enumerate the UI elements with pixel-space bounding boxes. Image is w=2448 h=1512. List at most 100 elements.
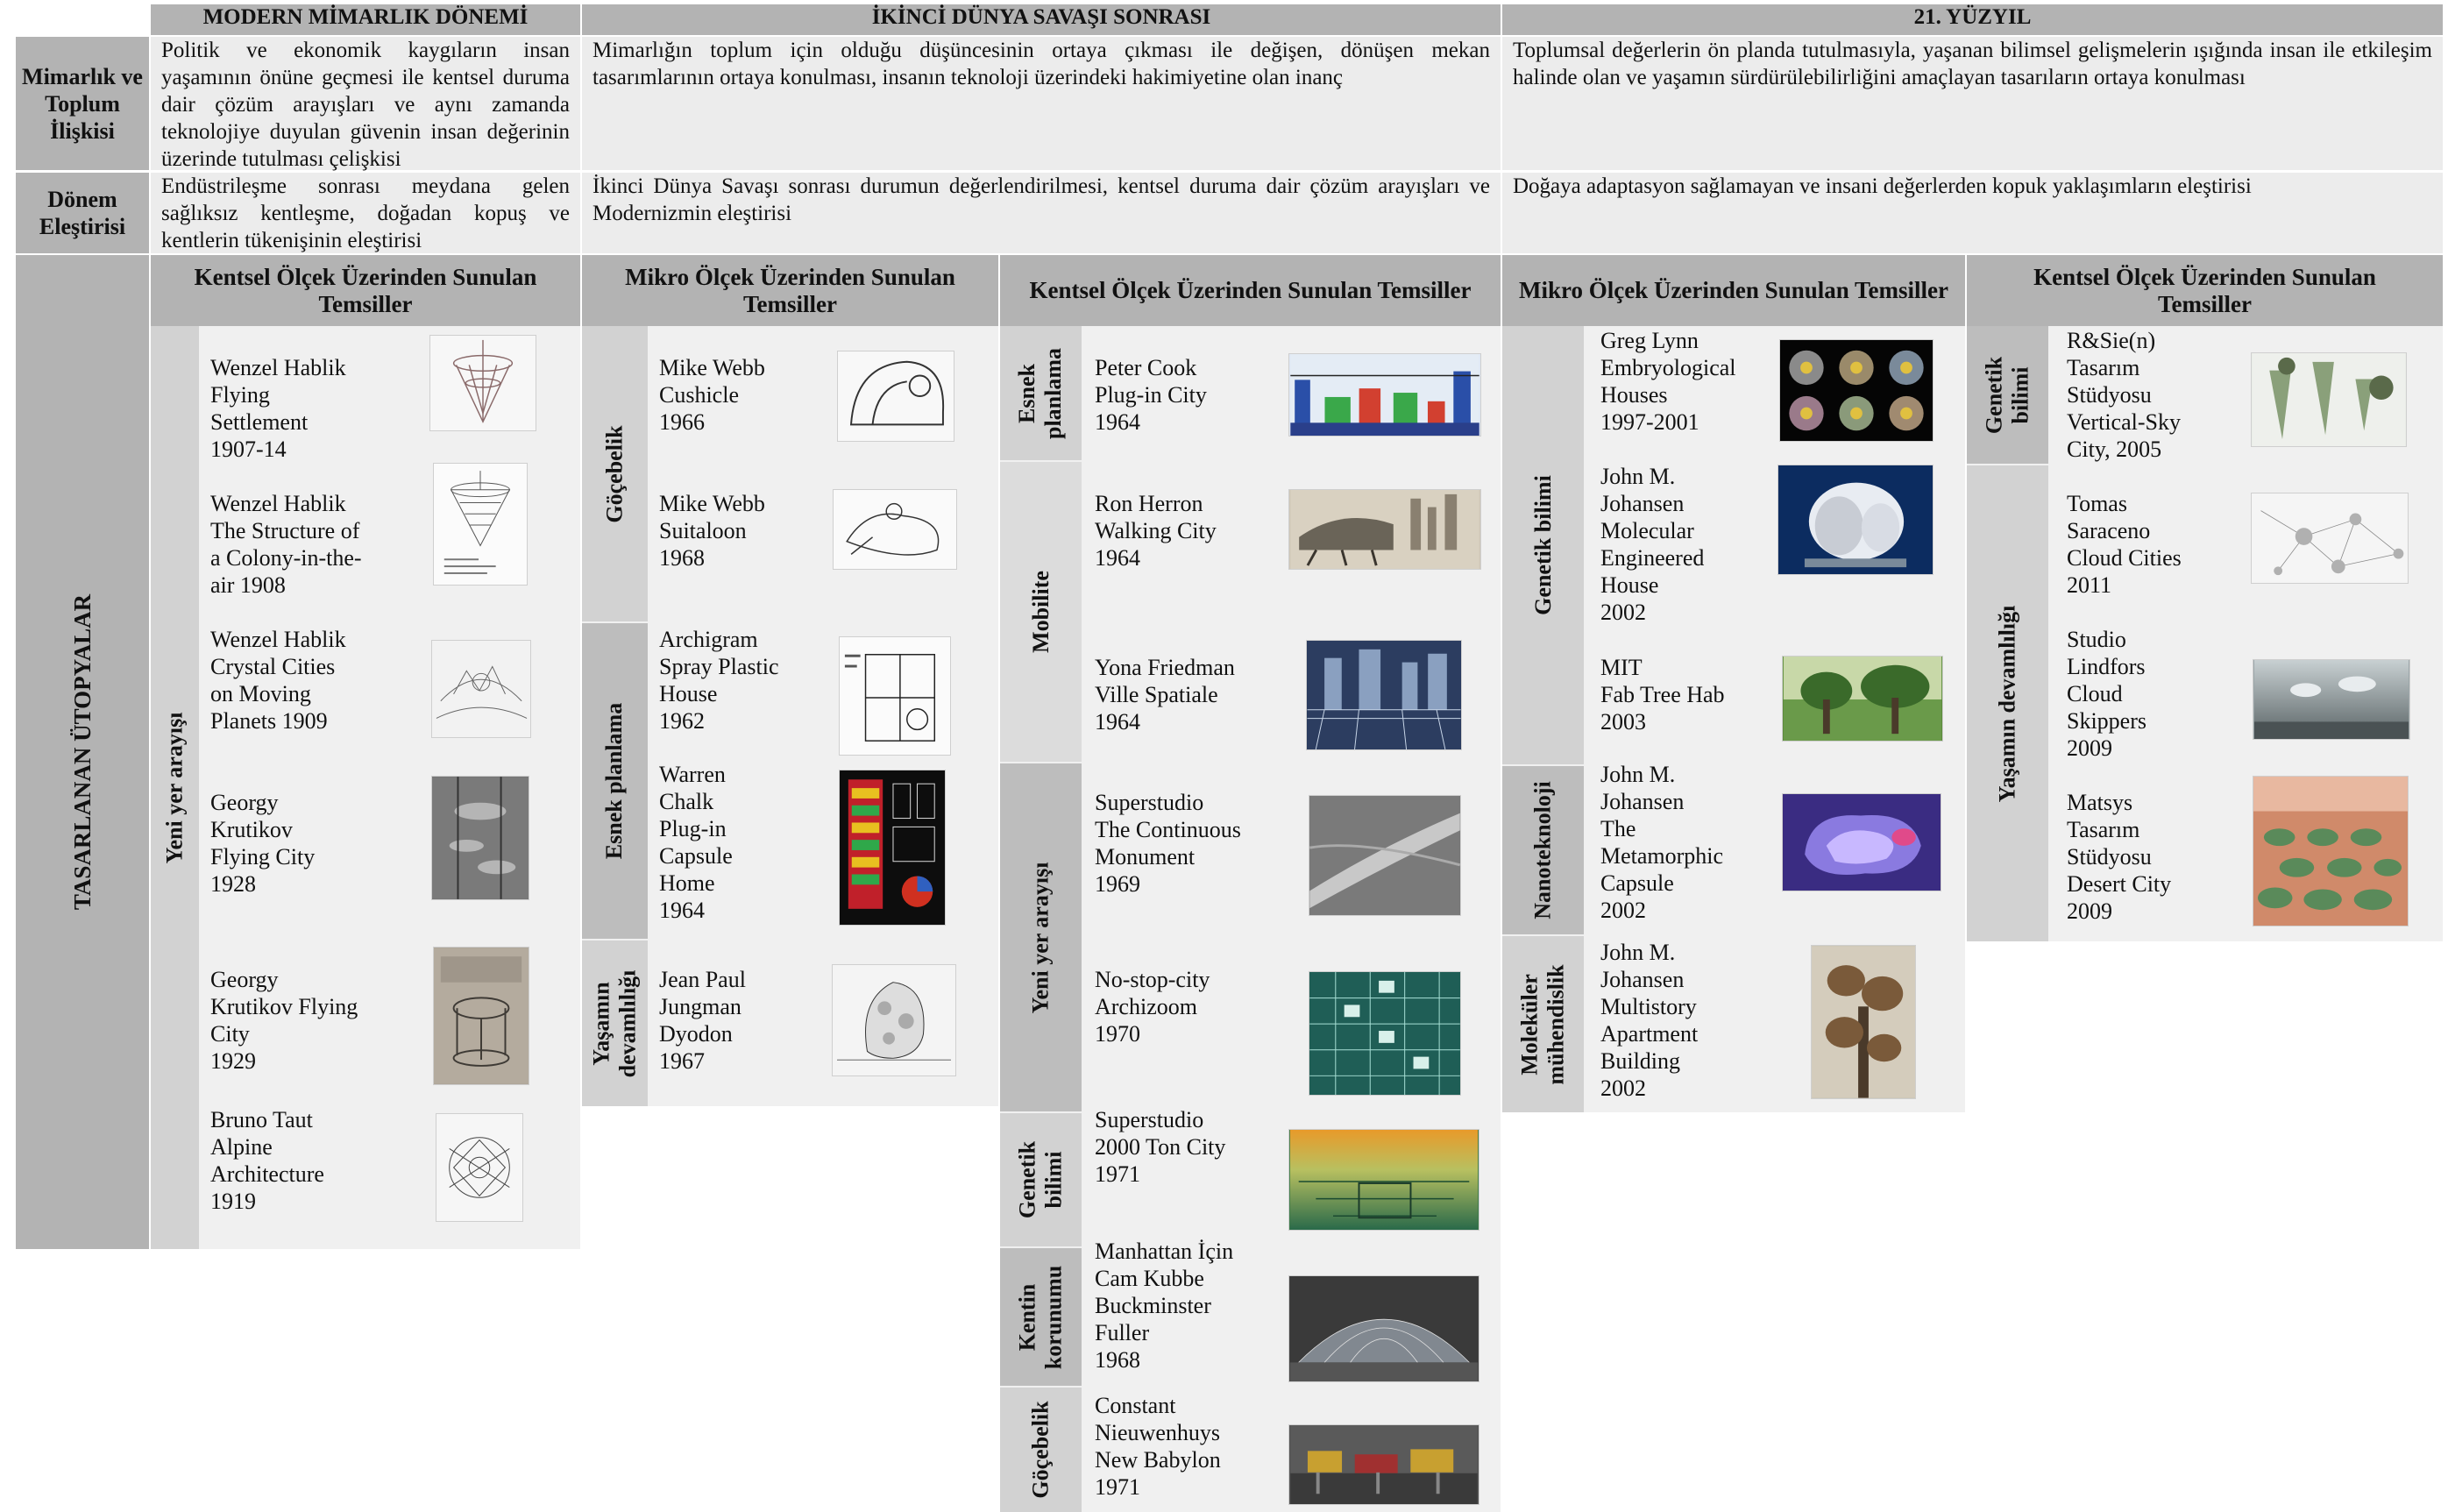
c2-item-3: Archigram Spray Plastic House 1962 [659,627,779,734]
c2-item-2: Mike Webb Suitaloon 1968 [659,491,765,571]
c3-item-4: Superstudio The Continuous Monument 1969 [1095,790,1241,897]
c4-item-5: John M. Johansen Multistory Apartment Bu… [1600,940,1699,1101]
crystal-cities-image [431,640,531,738]
new-babylon-image [1288,1424,1479,1505]
cushicle-image [837,351,954,442]
c1-item-5: Georgy Krutikov Flying City 1929 [210,967,358,1074]
c3-cat-yeni-label: Yeni yer arayışı [1027,862,1054,1013]
c4-item-4: John M. Johansen The Metamorphic Capsule… [1600,762,1724,923]
c2-cat-esnek: Esnek planlama [582,623,648,939]
spray-plastic-house-image [839,636,951,756]
header-21st-century: 21. YÜZYIL [1502,4,2443,35]
c3-item-8: Constant Nieuwenhuys New Babylon 1971 [1095,1393,1221,1500]
c2-cat-esnek-label: Esnek planlama [601,702,628,860]
vertical-sky-city-image [2251,352,2407,447]
header-modern: MODERN MİMARLIK DÖNEMİ [151,4,580,35]
ville-spatiale-image [1306,640,1462,750]
2000-ton-city-image [1288,1129,1479,1231]
c3-cat-kentin-label: Kentin korunumu [1014,1265,1067,1369]
c5-item-4: Matsys Tasarım Stüdyosu Desert City 2009 [2067,790,2172,924]
c4-cat-genetik: Genetik bilimi [1502,326,1584,764]
c1-item-4: Georgy Krutikov Flying City 1928 [210,790,316,897]
relation-modern-text: Politik ve ekonomik kaygıların insan yaş… [151,37,580,171]
critique-21st-text: Doğaya adaptasyon sağlamayan ve insani d… [1502,173,2443,253]
c4-item-1: Greg Lynn Embryological Houses 1997-2001 [1600,328,1736,435]
krutikov-flying-city-1928-image [431,776,529,900]
c4-item-3: MIT Fab Tree Hab 2003 [1600,655,1725,735]
no-stop-city-image [1309,971,1461,1096]
plug-in-capsule-home-image [839,770,946,926]
subheader-c2: Mikro Ölçek Üzerinden Sunulan Temsiller [582,255,998,326]
c3-item-1: Peter Cook Plug-in City 1964 [1095,355,1207,435]
c5-cat-yasam-label: Yaşamın devamlılığı [1994,605,2020,802]
c4-cat-molekul-label: Moleküler mühendislik [1516,963,1569,1085]
c2-item-5: Jean Paul Jungman Dyodon 1967 [659,967,746,1074]
c3-cat-mobilite-label: Mobilite [1027,571,1054,653]
embryological-houses-image [1779,339,1934,442]
c4-cat-nano: Nanoteknoloji [1502,766,1584,934]
header-post-war: İKİNCİ DÜNYA SAVAŞI SONRASI [582,4,1501,35]
c3-cat-esnek-label: Esnek planlama [1014,347,1067,439]
row-label-relation: Mimarlık ve Toplum İlişkisi [16,37,149,170]
cloud-skippers-image [2253,659,2410,740]
c2-item-4: Warren Chalk Plug-in Capsule Home 1964 [659,762,733,923]
subheader-c3: Kentsel Ölçek Üzerinden Sunulan Temsille… [1000,255,1501,326]
c1-item-3: Wenzel Hablik Crystal Cities on Moving P… [210,627,346,734]
c4-item-2: John M. Johansen Molecular Engineered Ho… [1600,464,1705,625]
c3-item-2: Ron Herron Walking City 1964 [1095,491,1217,571]
c5-item-3: Studio Lindfors Cloud Skippers 2009 [2067,627,2146,761]
c3-item-6: Superstudio 2000 Ton City 1971 [1095,1107,1226,1187]
multistory-apartment-image [1811,945,1916,1099]
c1-category-tab: Yeni yer arayışı [151,326,199,1249]
c3-item-7: Manhattan İçin Cam Kubbe Buckminster Ful… [1095,1239,1234,1373]
c1-item-1: Wenzel Hablik Flying Settlement 1907-14 [210,355,346,462]
c3-item-3: Yona Friedman Ville Spatiale 1964 [1095,655,1235,735]
cloud-cities-image [2251,493,2409,584]
plug-in-city-image [1288,353,1481,437]
alpine-architecture-image [436,1113,523,1222]
relation-post-war-text: Mimarlığın toplum için olduğu düşüncesin… [582,37,1501,170]
manhattan-dome-image [1288,1275,1479,1382]
c3-cat-gocebelik-label: Göçebelik [1027,1401,1054,1499]
walking-city-image [1288,489,1481,570]
c2-item-1: Mike Webb Cushicle 1966 [659,355,765,435]
krutikov-flying-city-1929-image [433,947,529,1085]
c1-category-label: Yeni yer arayışı [161,712,188,863]
c3-cat-yeni: Yeni yer arayışı [1000,763,1082,1111]
c5-cat-genetik-label: Genetik bilimi [1981,356,2033,434]
critique-post-war-text: İkinci Dünya Savaşı sonrası durumun değe… [582,173,1501,253]
c4-cat-nano-label: Nanoteknoloji [1529,781,1556,919]
dyodon-image [832,964,956,1076]
c5-cat-yasam: Yaşamın devamlılığı [1967,465,2048,941]
c4-cat-molekul: Moleküler mühendislik [1502,936,1584,1112]
utopias-label: TASARLANAN ÜTOPYALAR [69,593,96,911]
c2-cat-gocebelik-label: Göçebelik [601,424,628,523]
c2-cat-yasam-label: Yaşamın devamlılığı [588,969,641,1077]
c5-item-2: Tomas Saraceno Cloud Cities 2011 [2067,491,2182,598]
c3-cat-genetik-label: Genetik bilimi [1014,1140,1067,1219]
fab-tree-hab-image [1782,656,1943,742]
desert-city-image [2253,776,2409,926]
utopias-sidebar: TASARLANAN ÜTOPYALAR [16,255,149,1249]
molecular-engineered-house-image [1777,465,1934,575]
critique-modern-text: Endüstrileşme sonrası meydana gelen sağl… [151,173,580,253]
c3-cat-esnek: Esnek planlama [1000,326,1082,460]
subheader-c5: Kentsel Ölçek Üzerinden Sunulan Temsille… [1967,255,2443,326]
c4-cat-genetik-label: Genetik bilimi [1529,475,1556,615]
colony-in-air-image [433,463,528,586]
c3-item-5: No-stop-city Archizoom 1970 [1095,967,1210,1047]
c5-cat-genetik: Genetik bilimi [1967,326,2048,464]
c3-cat-gocebelik: Göçebelik [1000,1388,1082,1512]
relation-21st-text: Toplumsal değerlerin ön planda tutulması… [1502,37,2443,170]
c1-item-2: Wenzel Hablik The Structure of a Colony-… [210,491,362,598]
c3-cat-genetik: Genetik bilimi [1000,1113,1082,1246]
c5-item-1: R&Sie(n) Tasarım Stüdyosu Vertical-Sky C… [2067,328,2181,462]
c1-item-6: Bruno Taut Alpine Architecture 1919 [210,1107,324,1214]
subheader-c1: Kentsel Ölçek Üzerinden Sunulan Temsille… [151,255,580,326]
subheader-c4: Mikro Ölçek Üzerinden Sunulan Temsiller [1502,255,1965,326]
suitaloon-image [833,489,957,570]
row-label-critique: Dönem Eleştirisi [16,173,149,253]
continuous-monument-image [1309,795,1461,916]
flying-settlement-image [429,335,536,431]
metamorphic-capsule-image [1782,793,1941,891]
